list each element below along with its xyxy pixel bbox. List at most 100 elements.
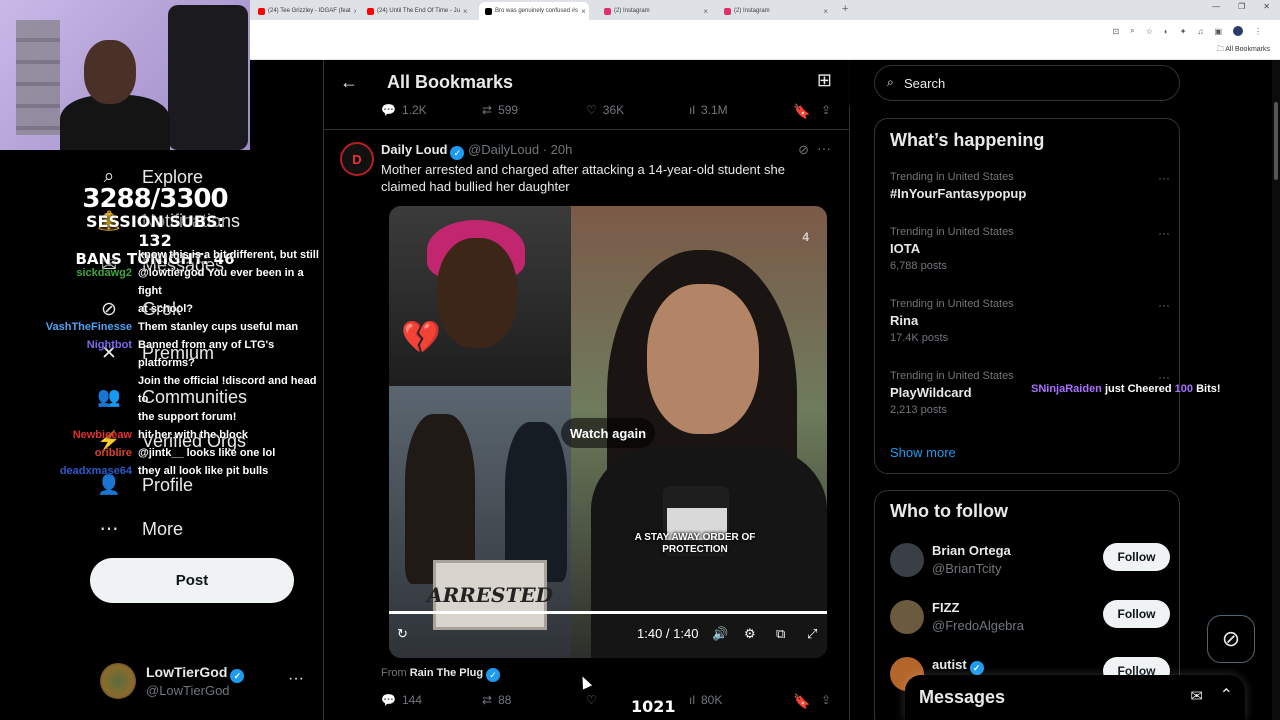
- repost-button[interactable]: ⇄ 88: [482, 693, 511, 707]
- chat-message: Newbieeaw hit her with the block: [10, 426, 328, 444]
- video-time: 1:40 / 1:40: [637, 626, 699, 641]
- tweet-author-name[interactable]: Daily Loud: [381, 142, 447, 157]
- expand-chevrons-icon[interactable]: ⌃: [1220, 685, 1233, 705]
- trend-more-icon[interactable]: ···: [1158, 370, 1170, 384]
- follow-name-text: Brian Ortega: [932, 543, 1011, 558]
- replay-icon[interactable]: ↻: [397, 626, 408, 642]
- all-bookmarks-folder[interactable]: 🗀 All Bookmarks: [1217, 45, 1270, 56]
- install-icon[interactable]: ⊡: [1113, 27, 1120, 36]
- scrollbar-thumb[interactable]: [1274, 102, 1278, 180]
- follow-button[interactable]: Follow: [1103, 600, 1170, 628]
- follow-suggestion[interactable]: FIZZ @FredoAlgebra Follow: [890, 600, 1170, 640]
- grok-explain-icon[interactable]: ⊘: [798, 142, 809, 158]
- browser-tab[interactable]: (24) Until The End Of Time - Ju ×: [361, 2, 473, 20]
- bookmark-filled-icon[interactable]: 🔖: [793, 103, 810, 120]
- sidebar-icon[interactable]: ▣: [1214, 27, 1222, 36]
- close-tab-icon[interactable]: ×: [354, 7, 356, 16]
- trend-context: Trending in United States: [890, 298, 1014, 310]
- chat-text: know this is a bit different, but still: [138, 249, 319, 261]
- profile-avatar[interactable]: [1233, 26, 1243, 36]
- reply-button[interactable]: 💬 144: [381, 693, 422, 707]
- picture-in-picture-icon[interactable]: ⧉: [776, 626, 785, 642]
- media-icon[interactable]: ♫: [1197, 27, 1203, 36]
- volume-icon[interactable]: 🔊: [712, 626, 728, 642]
- follow-avatar[interactable]: [890, 543, 924, 577]
- new-tab-button[interactable]: +: [842, 3, 848, 15]
- settings-gear-icon[interactable]: ⚙: [744, 626, 756, 642]
- like-button[interactable]: ♡ 36K: [586, 103, 624, 117]
- chat-message: oriblire @jintk__ looks like one lol: [10, 444, 328, 462]
- trend-context: Trending in United States: [890, 370, 1014, 382]
- close-window-icon[interactable]: ✕: [1263, 2, 1270, 11]
- browser-tab[interactable]: (2) Instagram ×: [598, 2, 714, 20]
- chat-username: oriblire: [94, 447, 132, 459]
- nav-item-label: More: [142, 518, 184, 539]
- account-switcher[interactable]: LowTierGod ✓ @LowTierGod ···: [100, 660, 310, 706]
- cheer-alert: SNinjaRaiden just Cheered 100 Bits!: [1031, 383, 1221, 395]
- watch-again-button[interactable]: Watch again: [561, 418, 655, 448]
- tweet-author-avatar[interactable]: D: [340, 142, 374, 176]
- tweet-time[interactable]: · 20h: [543, 142, 573, 157]
- star-icon[interactable]: ☆: [1146, 27, 1153, 36]
- back-arrow-icon[interactable]: ←: [340, 72, 358, 93]
- browser-tab[interactable]: (2) Instagram ×: [718, 2, 834, 20]
- account-name: LowTierGod ✓: [146, 664, 245, 683]
- fullscreen-icon[interactable]: ⤢: [807, 626, 817, 642]
- messages-drawer[interactable]: Messages ✉ ⌃: [905, 675, 1245, 720]
- browser-tab[interactable]: Bro was genuinely confused #s ×: [479, 2, 589, 20]
- webcam-overlay: [0, 0, 250, 150]
- views-button[interactable]: ıl 3.1M: [689, 103, 728, 117]
- browser-menu-icon[interactable]: ⋮: [1254, 27, 1262, 36]
- repost-button[interactable]: ⇄ 599: [482, 103, 518, 117]
- close-tab-icon[interactable]: ×: [823, 7, 828, 16]
- bookmark-filled-icon[interactable]: 🔖: [793, 693, 810, 710]
- video-progress-fill: [389, 611, 827, 614]
- video-progress-bar[interactable]: [389, 611, 827, 614]
- trend-item[interactable]: Trending in United States IOTA 6,788 posts…: [890, 226, 1170, 272]
- browser-tab[interactable]: (24) Tee Grizzley - IDGAF (feat ×: [252, 2, 356, 20]
- bookmark-add-icon[interactable]: ⊞: [817, 70, 832, 91]
- close-tab-icon[interactable]: ×: [463, 7, 468, 16]
- reply-button[interactable]: 💬 1.2K: [381, 103, 427, 117]
- nav-item-more[interactable]: ⋯ More: [96, 514, 184, 544]
- source-name[interactable]: Rain The Plug: [410, 667, 483, 679]
- trend-item[interactable]: Trending in United States #InYourFantasyp…: [890, 171, 1170, 201]
- chat-username: [10, 300, 132, 318]
- page-scrollbar[interactable]: [1272, 60, 1280, 720]
- window-controls: — ❐ ✕: [1212, 2, 1270, 11]
- show-more-link[interactable]: Show more: [890, 445, 956, 460]
- follow-avatar[interactable]: [890, 600, 924, 634]
- post-button[interactable]: Post: [90, 558, 294, 603]
- follow-suggestion[interactable]: Brian Ortega @BrianTcity Follow: [890, 543, 1170, 583]
- trend-item[interactable]: Trending in United States Rina 17.4K posts…: [890, 298, 1170, 344]
- search-box[interactable]: ⌕ Search: [874, 65, 1180, 101]
- extensions-puzzle-icon[interactable]: ✦: [1180, 27, 1187, 36]
- trend-more-icon[interactable]: ···: [1158, 171, 1170, 185]
- chat-text: Them stanley cups useful man: [138, 321, 299, 333]
- views-button[interactable]: ıl 80K: [689, 693, 722, 707]
- maximize-icon[interactable]: ❐: [1238, 2, 1245, 11]
- video-caption: A STAY AWAY ORDER OF PROTECTION: [634, 532, 756, 555]
- trend-more-icon[interactable]: ···: [1158, 298, 1170, 312]
- cheer-amount: 100: [1174, 383, 1194, 395]
- video-player[interactable]: 💔 ARRESTED 4 A STAY AWAY ORDER OF PROTEC…: [389, 206, 827, 658]
- search-placeholder: Search: [904, 76, 946, 91]
- new-message-icon[interactable]: ✉: [1190, 687, 1203, 705]
- zoom-icon[interactable]: ⌕: [1130, 26, 1134, 36]
- share-icon[interactable]: ⇪: [821, 103, 831, 117]
- share-icon[interactable]: ⇪: [821, 693, 831, 707]
- tweet-author-handle[interactable]: @DailyLoud: [468, 142, 539, 157]
- trend-more-icon[interactable]: ···: [1158, 226, 1170, 240]
- minimize-icon[interactable]: —: [1212, 2, 1220, 11]
- like-button[interactable]: ♡: [586, 693, 597, 707]
- tweet-more-icon[interactable]: ···: [817, 140, 831, 156]
- video-panel-top-left: 💔: [389, 206, 571, 386]
- grok-button[interactable]: ⊘: [1207, 615, 1255, 663]
- extension-icon[interactable]: ◐: [1164, 27, 1169, 36]
- close-tab-icon[interactable]: ×: [703, 7, 708, 16]
- bookmarks-header: ← All Bookmarks ⊞: [324, 60, 850, 106]
- whats-happening-title: What’s happening: [890, 130, 1045, 150]
- close-tab-icon[interactable]: ×: [581, 7, 586, 16]
- follow-button[interactable]: Follow: [1103, 543, 1170, 571]
- account-more-icon[interactable]: ···: [288, 670, 304, 688]
